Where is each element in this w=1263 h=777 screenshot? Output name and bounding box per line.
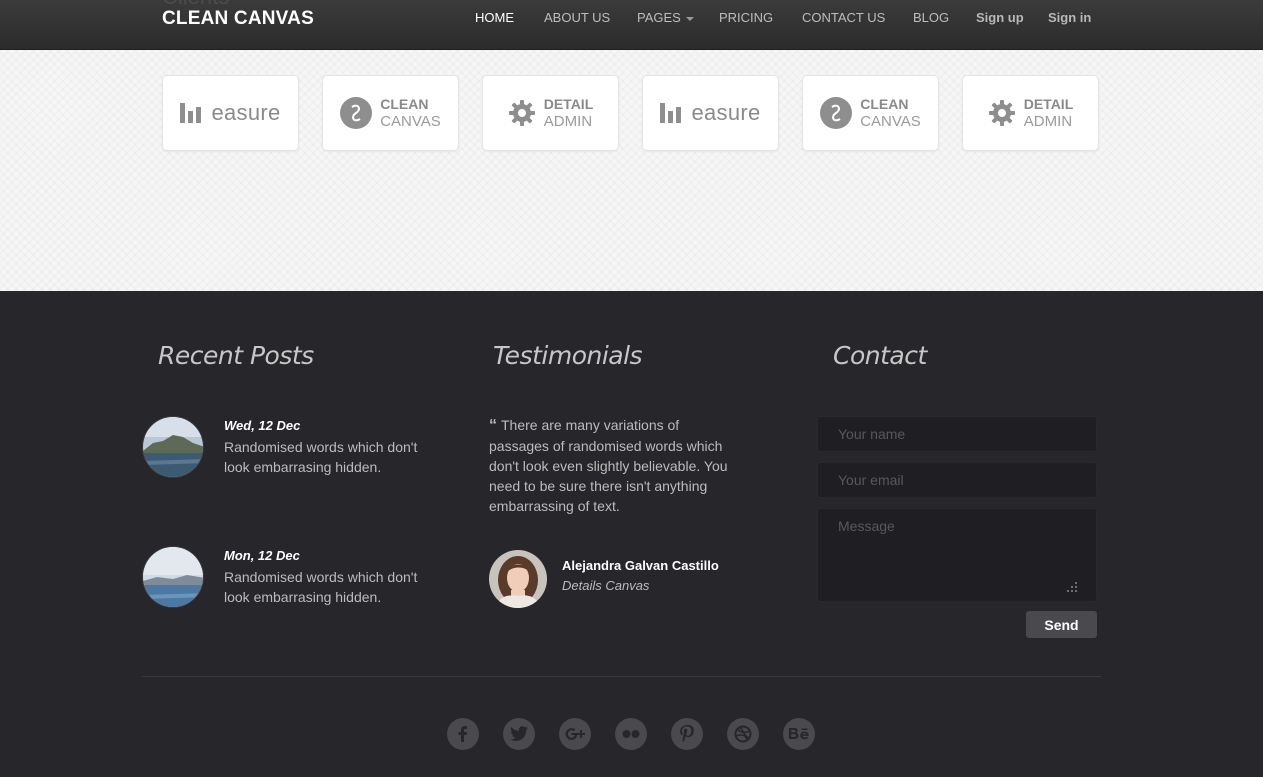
post-excerpt[interactable]: Randomised words which don't look embarr… [224, 437, 434, 477]
caret-down-icon [685, 16, 694, 21]
client-logo-clean-canvas[interactable]: CLEAN CANVAS [802, 75, 939, 151]
client-logo-measure[interactable]: easure [642, 75, 779, 151]
footer-divider [142, 676, 1101, 677]
recent-post-item[interactable]: Wed, 12 Dec Randomised words which don't… [142, 416, 442, 478]
post-date: Wed, 12 Dec [224, 418, 301, 433]
send-button[interactable]: Send [1026, 611, 1097, 638]
testimonial-role: Details Canvas [562, 578, 650, 593]
name-input[interactable] [817, 416, 1097, 452]
post-thumbnail[interactable] [142, 416, 204, 478]
brand-logo[interactable]: CLEAN CANVAS [162, 8, 314, 30]
facebook-icon[interactable] [447, 718, 479, 750]
client-logo-line2: CANVAS [860, 113, 921, 130]
post-excerpt[interactable]: Randomised words which don't look embarr… [224, 567, 434, 607]
client-logo-detail-admin[interactable]: DETAIL ADMIN [482, 75, 619, 151]
email-input[interactable] [817, 462, 1097, 498]
client-logo-line2: ADMIN [1023, 113, 1073, 130]
client-logo-line1: CLEAN [380, 96, 429, 112]
client-logo-line1: DETAIL [1023, 96, 1074, 112]
twitter-icon[interactable] [503, 718, 535, 750]
quote-icon: “ [489, 417, 497, 434]
nav-pages[interactable]: PAGES [637, 10, 694, 25]
nav-about-us[interactable]: ABOUT US [544, 10, 610, 25]
dribbble-icon[interactable] [727, 718, 759, 750]
flickr-icon[interactable] [615, 718, 647, 750]
gear-icon [508, 100, 535, 126]
client-logo-measure[interactable]: easure [162, 75, 299, 151]
recent-posts-title: Recent Posts [158, 341, 314, 370]
signup-link[interactable]: Sign up [976, 10, 1024, 25]
canvas-swirl-icon [340, 97, 373, 129]
nav-pricing[interactable]: PRICING [719, 10, 773, 25]
nav-contact-us[interactable]: CONTACT US [802, 10, 885, 25]
nav-home[interactable]: HOME [475, 10, 514, 25]
contact-title: Contact [833, 341, 927, 370]
top-navbar: Clients CLEAN CANVAS HOME ABOUT US PAGES… [0, 0, 1263, 50]
post-date: Mon, 12 Dec [224, 548, 300, 563]
testimonial-text: There are many variations of passages of… [489, 417, 728, 514]
behance-icon[interactable] [783, 718, 815, 750]
testimonial-avatar [489, 550, 547, 608]
testimonial-quote: “There are many variations of passages o… [489, 415, 734, 516]
client-logo-text: easure [211, 100, 281, 125]
post-thumbnail[interactable] [142, 546, 204, 608]
testimonial-author: Alejandra Galvan Castillo [562, 558, 719, 573]
signin-link[interactable]: Sign in [1048, 10, 1091, 25]
bar-chart-icon [180, 103, 202, 123]
client-logo-line2: CANVAS [380, 113, 441, 130]
client-logo-line1: CLEAN [860, 96, 909, 112]
bar-chart-icon [660, 103, 682, 123]
message-textarea[interactable] [817, 508, 1097, 602]
testimonials-title: Testimonials [493, 341, 643, 370]
nav-pages-label: PAGES [637, 10, 681, 25]
client-logo-detail-admin[interactable]: DETAIL ADMIN [962, 75, 1099, 151]
pinterest-icon[interactable] [671, 718, 703, 750]
resize-grip-icon[interactable] [1066, 581, 1078, 593]
recent-post-item[interactable]: Mon, 12 Dec Randomised words which don't… [142, 546, 442, 608]
clients-section: easure CLEAN CANVAS DETAIL ADMIN easure … [0, 50, 1263, 291]
client-logo-text: easure [691, 100, 761, 125]
google-plus-icon[interactable] [559, 718, 591, 750]
gear-icon [988, 100, 1015, 126]
client-logo-line2: ADMIN [543, 113, 593, 130]
client-logo-clean-canvas[interactable]: CLEAN CANVAS [322, 75, 459, 151]
client-logo-line1: DETAIL [543, 96, 594, 112]
nav-blog[interactable]: BLOG [913, 10, 949, 25]
footer-section: Recent Posts Wed, 12 Dec Randomised word… [0, 291, 1263, 777]
canvas-swirl-icon [820, 97, 853, 129]
